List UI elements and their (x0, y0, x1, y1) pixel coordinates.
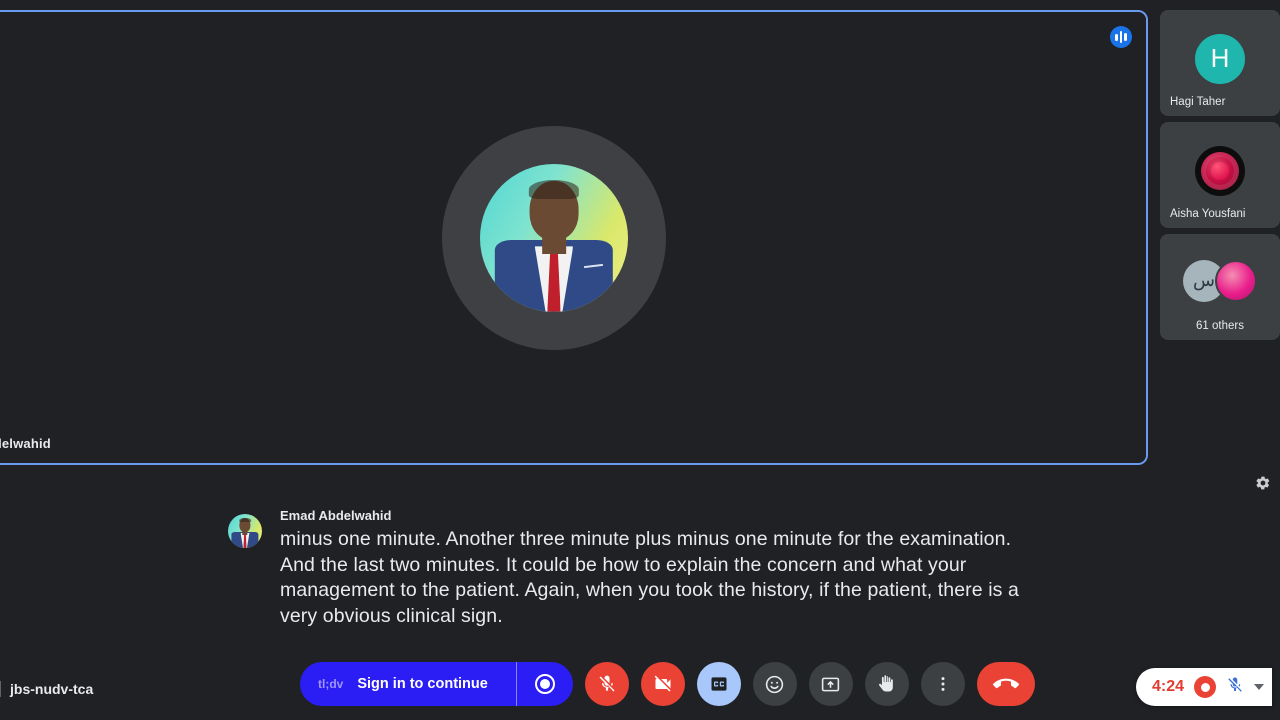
more-vertical-icon (941, 677, 945, 691)
participant-rail: H Hagi Taher Aisha Yousfani س 61 others (1160, 10, 1280, 346)
present-screen-button[interactable] (808, 662, 853, 706)
divider (0, 681, 1, 697)
mic-muted-icon[interactable] (1226, 676, 1244, 699)
avatar (1215, 259, 1257, 302)
meet-app-root: Abdelwahid H Hagi Taher Aisha Yousfani س (0, 0, 1280, 720)
raise-hand-icon (878, 675, 893, 692)
tldv-record-button[interactable] (517, 662, 573, 706)
participant-name: Aisha Yousfani (1170, 208, 1246, 220)
participant-tile-aisha-yousfani[interactable]: Aisha Yousfani (1160, 122, 1280, 228)
avatar-initial: H (1210, 43, 1230, 74)
control-bar: tl;dv Sign in to continue (300, 662, 1035, 706)
emoji-icon (766, 675, 784, 693)
captions-button[interactable] (696, 662, 741, 706)
camera-off-button[interactable] (640, 662, 685, 706)
meeting-code: jbs-nudv-tca (0, 681, 93, 697)
avatar-stack: س (1183, 259, 1257, 302)
speaker-avatar (480, 163, 628, 312)
raise-hand-button[interactable] (864, 662, 909, 706)
gear-icon[interactable] (1250, 470, 1276, 496)
phone-hangup-icon (992, 678, 1019, 689)
record-dot-icon (534, 674, 555, 694)
caption-content: Emad Abdelwahid minus one minute. Anothe… (280, 508, 1028, 629)
cc-icon (711, 677, 727, 691)
speaker-name-label: Abdelwahid (0, 436, 51, 451)
captions-panel: Emad Abdelwahid minus one minute. Anothe… (228, 508, 1028, 629)
speaker-avatar-ring (442, 125, 666, 350)
avatar (1195, 145, 1245, 196)
avatar-initial: س (1193, 270, 1215, 291)
chevron-down-icon[interactable] (1254, 684, 1264, 690)
recording-widget[interactable]: 4:24 (1135, 668, 1272, 706)
more-options-button[interactable] (920, 662, 965, 706)
main-video-tile[interactable]: Abdelwahid (0, 10, 1148, 465)
caption-speaker-name: Emad Abdelwahid (280, 508, 392, 523)
avatar: H (1195, 33, 1245, 84)
tldv-signin-label: Sign in to continue (357, 676, 488, 692)
camera-off-icon (654, 675, 671, 692)
caption-text: minus one minute. Another three minute p… (280, 528, 1019, 627)
main-video-surface: Abdelwahid (0, 12, 1146, 463)
participant-tile-others[interactable]: س 61 others (1160, 234, 1280, 340)
participant-tile-hagi-taher[interactable]: H Hagi Taher (1160, 10, 1280, 116)
participant-name: Hagi Taher (1170, 96, 1226, 108)
recording-time: 4:24 (1151, 678, 1184, 695)
end-call-button[interactable] (976, 662, 1035, 706)
emoji-button[interactable] (752, 662, 797, 706)
mic-off-icon (599, 675, 615, 692)
caption-speaker-avatar (228, 514, 262, 548)
audio-level-icon (1110, 26, 1132, 48)
tldv-signin-pill[interactable]: tl;dv Sign in to continue (300, 662, 573, 706)
avatar-hair (528, 179, 580, 199)
record-dot-icon[interactable] (1194, 676, 1216, 698)
participant-overflow-count: 61 others (1196, 320, 1244, 332)
present-screen-icon (822, 677, 840, 691)
microphone-off-button[interactable] (584, 662, 629, 706)
tldv-logo: tl;dv (318, 677, 344, 691)
meeting-code-label: jbs-nudv-tca (10, 681, 94, 697)
